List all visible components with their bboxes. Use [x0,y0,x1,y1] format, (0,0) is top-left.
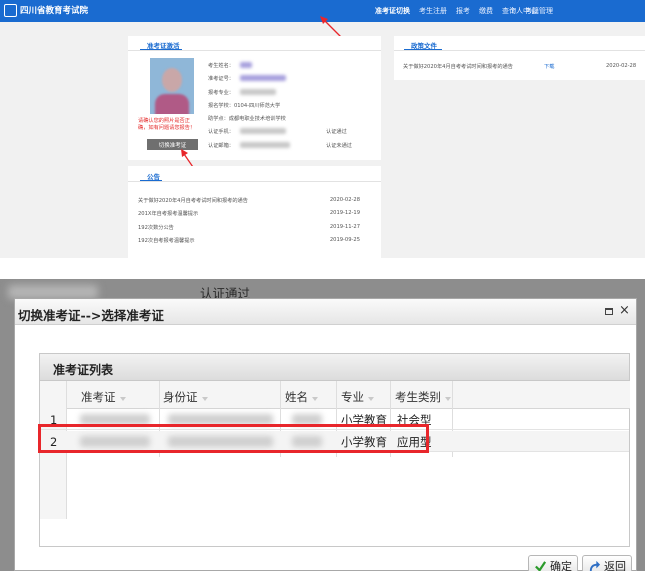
portal-screenshot: 四川省教育考试院 准考证切换 考生注册 报考 缴费 查询 考籍管理 个人中心 准… [0,0,645,258]
maximize-icon[interactable] [605,308,613,315]
nav-item-pay[interactable]: 缴费 [479,6,493,16]
nav-item-profile[interactable]: 个人中心 [509,0,537,22]
sort-icon [445,397,451,401]
nav-item-switch[interactable]: 准考证切换 [375,6,410,16]
phone-status: 认证通过 [326,129,347,135]
announcement-item[interactable]: 201X年自考报考温馨提示 2019-12-19 [138,210,360,218]
dialog-screenshot: 认证通过 切换准考证-->选择准考证 × 准考证列表 准考证 身份证 姓名 专业 [0,279,645,571]
field-phone: 认证手机： [208,129,234,135]
logo-icon [4,3,17,17]
photo-warning: 请确认您的照片是否正确，如有问题请您报告！ [138,118,196,131]
site-logo[interactable]: 四川省教育考试院 [4,3,88,17]
announcement-item[interactable]: 192次自考报考温馨提示 2019-09-25 [138,237,360,245]
announcement-item[interactable]: 192次数分公告 2019-11-27 [138,224,360,232]
close-icon[interactable]: × [619,302,630,320]
column-header-name[interactable]: 姓名 [285,387,318,407]
column-header-category[interactable]: 考生类别 [395,387,451,407]
field-study-center: 助学点：成都电职业技术培训学校 [208,116,286,122]
nav-item-register[interactable]: 考生注册 [419,6,447,16]
email-status: 认证未通过 [326,143,352,149]
logo-text: 四川省教育考试院 [20,6,89,16]
nav-item-apply[interactable]: 报考 [456,6,470,16]
highlight-box [38,424,429,453]
field-major: 报考专业： [208,90,234,96]
download-link[interactable]: 下载 [544,63,554,70]
panel-title: 准考证列表 [53,363,114,377]
back-button[interactable]: 返回 [582,555,632,571]
sort-icon [312,397,318,401]
column-header-major[interactable]: 专业 [341,387,374,407]
switch-ticket-dialog: 切换准考证-->选择准考证 × 准考证列表 准考证 身份证 姓名 专业 考生类别… [14,298,637,571]
field-name: 考生姓名： [208,63,234,69]
policy-item: 关于做好2020年4月自考考试时间和报考的通告 下载 2020-02-28 [403,63,637,70]
dialog-header: 切换准考证-->选择准考证 × [15,299,636,325]
sort-icon [201,397,208,401]
return-icon [589,560,601,571]
field-school: 报名学校：0104-四川师范大学 [208,103,281,109]
sort-icon [119,397,126,401]
sort-icon [368,397,374,401]
column-header-ticket[interactable]: 准考证 [81,387,126,407]
check-icon [535,560,547,571]
candidate-photo [150,58,194,114]
dialog-title: 切换准考证-->选择准考证 [18,308,164,323]
column-header-id-card[interactable]: 身份证 [163,387,208,407]
announcement-item[interactable]: 关于做好2020年4月自考考试时间和报考的通告 2020-02-28 [138,197,360,205]
panel-header: 准考证列表 [40,354,629,381]
confirm-button[interactable]: 确定 [528,555,578,571]
field-ticket-number: 准考证号： [208,76,234,82]
